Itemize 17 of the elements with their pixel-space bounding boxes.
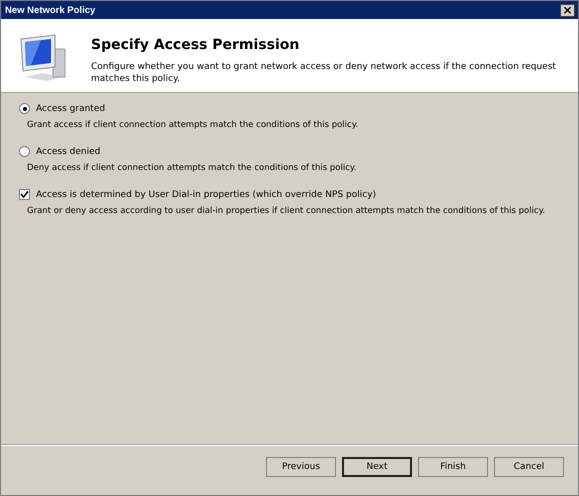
option-label[interactable]: Access is determined by User Dial-in properties (which override NPS policy) xyxy=(36,190,376,200)
option-description: Grant or deny access according to user dial-in properties if client connection attempts match the conditions of this policy. xyxy=(27,206,546,216)
checkbox[interactable] xyxy=(19,189,30,200)
wizard-button[interactable]: Previous xyxy=(266,457,336,477)
page-description: Configure whether you want to grant network access or deny network access if the connection request matches this policy. xyxy=(91,61,557,85)
option-description: Grant access if client connection attempts match the conditions of this policy. xyxy=(27,120,360,130)
option-label[interactable]: Access denied xyxy=(36,146,100,156)
wizard-button[interactable]: Finish xyxy=(418,457,488,477)
wizard-button[interactable]: Next xyxy=(342,457,412,477)
window-title: New Network Policy xyxy=(5,4,96,16)
radio-button[interactable] xyxy=(19,103,30,114)
option-description: Deny access if client connection attempts match the conditions of this policy. xyxy=(27,163,358,173)
close-button[interactable]: × xyxy=(560,4,575,16)
wizard-button[interactable]: Cancel xyxy=(494,457,564,477)
page-heading: Specify Access Permission xyxy=(91,37,300,53)
option-label[interactable]: Access granted xyxy=(36,104,106,114)
radio-button[interactable] xyxy=(19,146,30,157)
